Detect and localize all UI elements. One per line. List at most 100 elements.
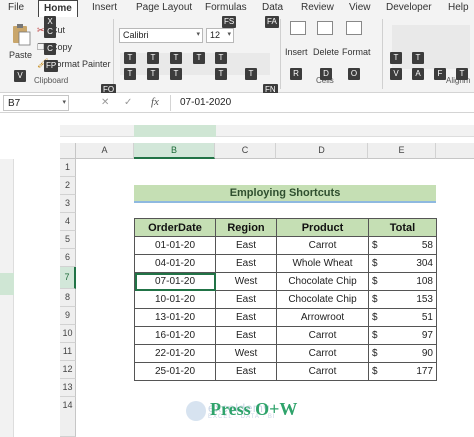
- row-header[interactable]: 13: [60, 379, 76, 397]
- sheet-title[interactable]: Employing Shortcuts: [134, 185, 436, 203]
- currency-symbol: $: [372, 240, 378, 251]
- cell-region[interactable]: East: [215, 326, 277, 345]
- tab-data[interactable]: Data: [262, 2, 283, 13]
- tab-insert[interactable]: Insert: [92, 2, 117, 13]
- row-header[interactable]: 2: [60, 177, 76, 195]
- cell-date[interactable]: 04-01-20: [134, 254, 216, 273]
- cell-region[interactable]: East: [215, 290, 277, 309]
- cell-region[interactable]: East: [215, 362, 277, 381]
- tab-page-layout[interactable]: Page Layout: [136, 2, 192, 13]
- currency-symbol: $: [372, 330, 378, 341]
- cancel-icon[interactable]: ✕: [101, 97, 109, 108]
- cell-total[interactable]: $51: [368, 308, 437, 327]
- tab-view[interactable]: View: [349, 2, 371, 13]
- cell-product[interactable]: Carrot: [276, 326, 369, 345]
- cell-region[interactable]: East: [215, 308, 277, 327]
- group-divider: [280, 19, 281, 89]
- table-row: 07-01-20 West Chocolate Chip $108: [134, 272, 437, 291]
- column-header-d[interactable]: D: [276, 143, 368, 159]
- row-header[interactable]: 6: [60, 249, 76, 267]
- format-cells-icon[interactable]: [346, 21, 362, 35]
- cell-region[interactable]: West: [215, 272, 277, 291]
- cell-total[interactable]: $304: [368, 254, 437, 273]
- watermark-logo-icon: [186, 401, 206, 421]
- tab-developer[interactable]: Developer: [386, 2, 432, 13]
- header-orderdate[interactable]: OrderDate: [134, 218, 216, 237]
- cell-date[interactable]: 01-01-20: [134, 236, 216, 255]
- cell-region[interactable]: West: [215, 344, 277, 363]
- cell-region[interactable]: East: [215, 254, 277, 273]
- insert-cells-button[interactable]: Insert: [285, 47, 308, 57]
- tab-review[interactable]: Review: [301, 2, 334, 13]
- paste-icon[interactable]: [11, 23, 31, 47]
- insert-function-icon[interactable]: fx: [151, 96, 159, 108]
- row-header[interactable]: 12: [60, 361, 76, 379]
- font-size-select[interactable]: 12 ▾: [206, 28, 234, 43]
- cell-total[interactable]: $153: [368, 290, 437, 309]
- cell-product[interactable]: Arrowroot: [276, 308, 369, 327]
- cell-product[interactable]: Carrot: [276, 344, 369, 363]
- name-box[interactable]: B7 ▾: [3, 95, 69, 111]
- format-cells-button[interactable]: Format: [342, 47, 371, 57]
- cell-product[interactable]: Carrot: [276, 362, 369, 381]
- enter-icon[interactable]: ✓: [124, 97, 132, 108]
- keytip-font-row2-1: T: [124, 68, 136, 80]
- row-header[interactable]: 8: [60, 289, 76, 307]
- delete-cells-icon[interactable]: [317, 21, 333, 35]
- ruler-selection: [0, 273, 14, 295]
- total-value: 108: [416, 276, 433, 287]
- cell-total[interactable]: $177: [368, 362, 437, 381]
- cell-date[interactable]: 16-01-20: [134, 326, 216, 345]
- delete-cells-button[interactable]: Delete: [313, 47, 339, 57]
- column-header-c[interactable]: C: [215, 143, 276, 159]
- cell-date-active[interactable]: 07-01-20: [134, 272, 216, 291]
- group-divider: [382, 19, 383, 89]
- tab-formulas[interactable]: Formulas: [205, 2, 247, 13]
- column-header-b[interactable]: B: [134, 143, 215, 159]
- header-product[interactable]: Product: [276, 218, 369, 237]
- cell-date[interactable]: 10-01-20: [134, 290, 216, 309]
- keytip-font-row2-5: T: [245, 68, 257, 80]
- keytip-align-2: T: [412, 52, 424, 64]
- row-header[interactable]: 10: [60, 325, 76, 343]
- keytip-align-5: F: [434, 68, 446, 80]
- row-header[interactable]: 3: [60, 195, 76, 213]
- chevron-down-icon: ▾: [62, 99, 66, 106]
- column-header-f[interactable]: [436, 143, 474, 159]
- cell-total[interactable]: $108: [368, 272, 437, 291]
- currency-symbol: $: [372, 258, 378, 269]
- select-all-button[interactable]: [60, 143, 76, 159]
- cell-total[interactable]: $90: [368, 344, 437, 363]
- row-header[interactable]: 11: [60, 343, 76, 361]
- tab-file[interactable]: File: [8, 2, 24, 13]
- formula-divider: [170, 95, 171, 111]
- cell-region[interactable]: East: [215, 236, 277, 255]
- cell-total[interactable]: $58: [368, 236, 437, 255]
- cell-date[interactable]: 22-01-20: [134, 344, 216, 363]
- header-region[interactable]: Region: [215, 218, 277, 237]
- paste-button[interactable]: Paste: [9, 50, 32, 60]
- cell-date[interactable]: 25-01-20: [134, 362, 216, 381]
- column-header-e[interactable]: E: [368, 143, 436, 159]
- header-total[interactable]: Total: [368, 218, 437, 237]
- formula-input[interactable]: 07-01-2020: [180, 97, 231, 108]
- cell-product[interactable]: Whole Wheat: [276, 254, 369, 273]
- font-name-select[interactable]: Calibri ▾: [119, 28, 203, 43]
- row-header[interactable]: 14: [60, 397, 76, 437]
- row-header[interactable]: 1: [60, 159, 76, 177]
- alignment-buttons[interactable]: [392, 25, 470, 69]
- tab-help[interactable]: Help: [448, 2, 469, 13]
- row-header[interactable]: 9: [60, 307, 76, 325]
- row-header[interactable]: 4: [60, 213, 76, 231]
- cell-product[interactable]: Chocolate Chip: [276, 272, 369, 291]
- column-header-a[interactable]: A: [76, 143, 134, 159]
- cell-date[interactable]: 13-01-20: [134, 308, 216, 327]
- format-painter-button[interactable]: Format Painter: [51, 59, 111, 69]
- cell-total[interactable]: $97: [368, 326, 437, 345]
- cell-product[interactable]: Carrot: [276, 236, 369, 255]
- cell-product[interactable]: Chocolate Chip: [276, 290, 369, 309]
- row-header[interactable]: 5: [60, 231, 76, 249]
- row-header-selected[interactable]: 7: [60, 267, 76, 289]
- keytip-align-4: A: [412, 68, 424, 80]
- insert-cells-icon[interactable]: [290, 21, 306, 35]
